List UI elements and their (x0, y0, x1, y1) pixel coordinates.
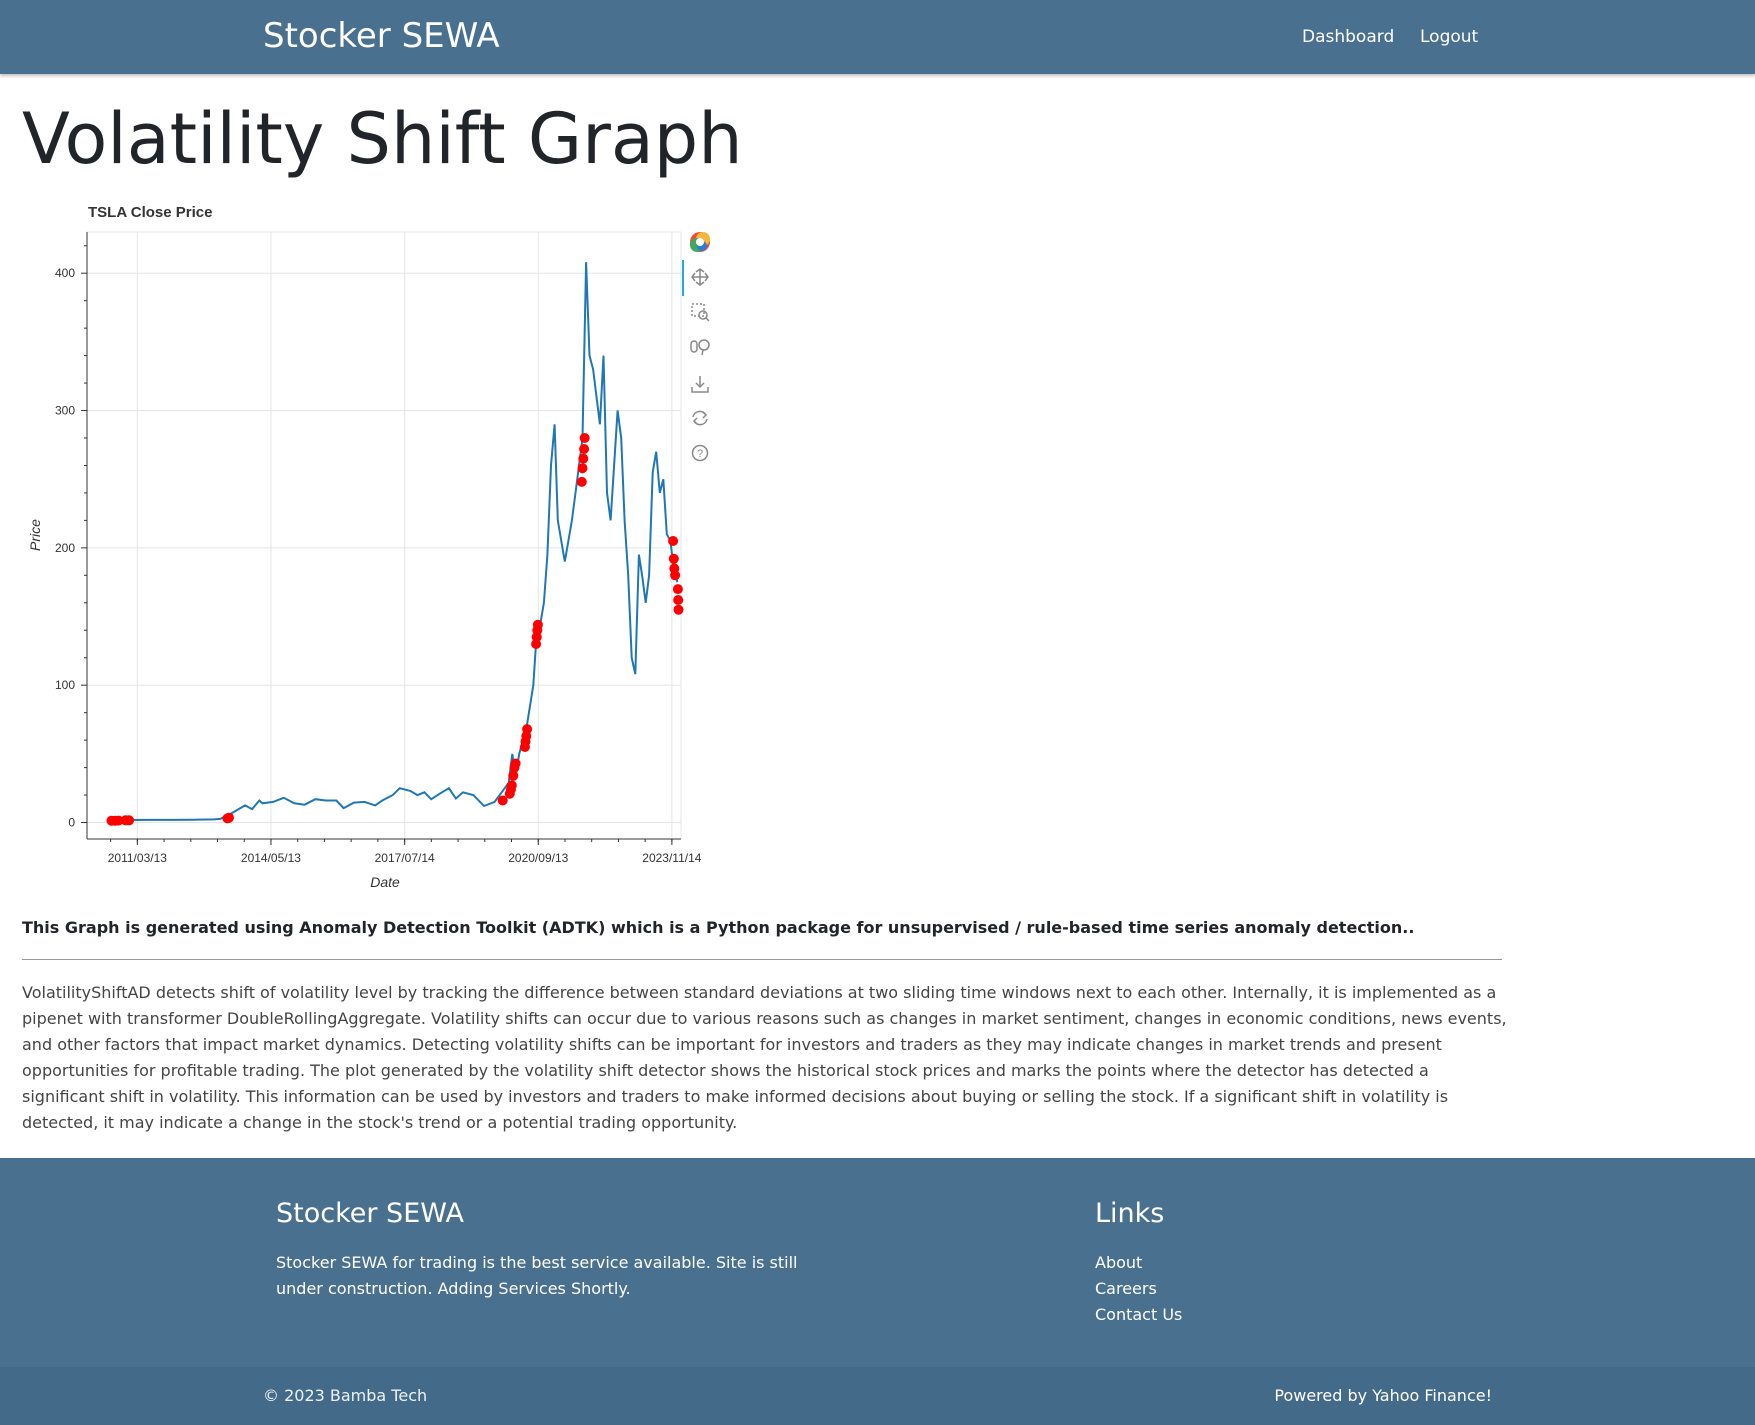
help-icon[interactable]: ? (691, 444, 709, 462)
x-tick-label: 2017/07/14 (375, 851, 435, 865)
y-axis-label: Price (27, 519, 43, 551)
chart-description: VolatilityShiftAD detects shift of volat… (22, 983, 1507, 1132)
anomaly-point (578, 453, 589, 464)
y-tick-label: 200 (55, 541, 75, 555)
anomaly-point (579, 444, 590, 454)
x-axis-label: Date (370, 874, 400, 890)
nav-link-dashboard[interactable]: Dashboard (1302, 27, 1394, 47)
y-tick-label: 0 (68, 816, 75, 830)
anomaly-point (673, 595, 684, 605)
anomaly-point (672, 584, 683, 595)
anomaly-point (577, 463, 588, 474)
chart-note: This Graph is generated using Anomaly De… (22, 918, 1415, 937)
plot-area (86, 231, 682, 840)
x-tick-label: 2011/03/13 (108, 851, 167, 865)
footer-link-careers[interactable]: Careers (1095, 1276, 1182, 1302)
page-title: Volatility Shift Graph (22, 98, 743, 180)
anomaly-point (579, 433, 590, 443)
box-zoom-icon[interactable] (691, 303, 710, 322)
y-tick-label: 400 (55, 266, 75, 280)
divider (22, 959, 1502, 960)
bottom-bar: © 2023 Bamba Tech Powered by Yahoo Finan… (0, 1367, 1755, 1425)
anomaly-point (668, 553, 679, 564)
footer: Stocker SEWA Stocker SEWA for trading is… (0, 1158, 1755, 1367)
pan-icon[interactable] (691, 268, 709, 286)
anomaly-point (124, 815, 135, 826)
anomaly-point (673, 604, 684, 615)
footer-links: About Careers Contact Us (1095, 1250, 1182, 1328)
x-tick-label: 2020/09/13 (508, 851, 568, 865)
x-tick-label: 2023/11/14 (642, 851, 701, 865)
navbar: Stocker SEWA Dashboard Logout (0, 0, 1755, 74)
anomaly-point (224, 812, 234, 823)
save-icon[interactable] (691, 376, 709, 393)
y-tick-label: 300 (55, 404, 75, 418)
reset-icon[interactable] (692, 410, 708, 426)
nav-link-logout[interactable]: Logout (1420, 27, 1478, 47)
x-axis-ticks: 2011/03/13 2014/05/13 2017/07/14 2020/09/13… (108, 839, 702, 865)
footer-link-about[interactable]: About (1095, 1250, 1182, 1276)
x-tick-label: 2014/05/13 (241, 851, 301, 865)
anomaly-point (670, 570, 681, 581)
powered-by[interactable]: Powered by Yahoo Finance! (1274, 1386, 1492, 1405)
anomaly-point (532, 619, 543, 630)
copyright: © 2023 Bamba Tech (263, 1386, 428, 1405)
svg-text:?: ? (697, 448, 703, 460)
y-axis-ticks: 0 100 200 300 400 (55, 245, 87, 830)
anomaly-point (510, 758, 521, 769)
wheel-zoom-icon[interactable] (690, 339, 710, 356)
navbar-brand[interactable]: Stocker SEWA (263, 16, 500, 56)
anomaly-point (576, 476, 587, 487)
footer-links-title: Links (1095, 1198, 1165, 1229)
chart-title: TSLA Close Price (88, 204, 212, 221)
y-tick-label: 100 (55, 678, 75, 692)
bokeh-logo-icon[interactable] (690, 232, 710, 252)
price-chart[interactable]: TSLA Close Price 0 100 200 300 400 2011/03/1… (0, 200, 730, 900)
anomaly-point (506, 780, 517, 791)
anomaly-point (522, 724, 533, 735)
anomaly-point (668, 536, 679, 546)
footer-brand: Stocker SEWA (276, 1198, 464, 1229)
footer-text: Stocker SEWA for trading is the best ser… (276, 1253, 798, 1298)
footer-link-contact[interactable]: Contact Us (1095, 1302, 1182, 1328)
